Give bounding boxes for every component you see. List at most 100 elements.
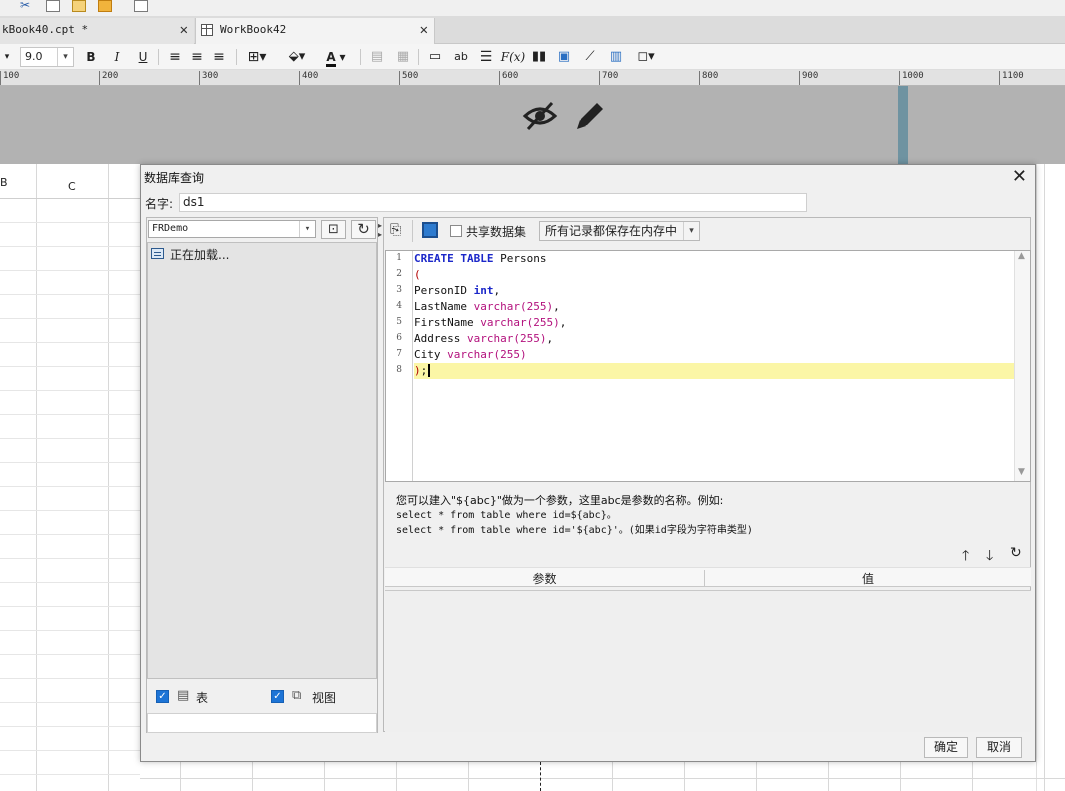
scroll-up-icon[interactable]: ▲ — [1018, 251, 1025, 261]
formula-button[interactable]: F(x) — [500, 48, 526, 66]
close-icon[interactable]: ✕ — [1012, 166, 1027, 187]
border-icon[interactable]: ⊞▾ — [242, 48, 272, 66]
align-right-icon[interactable]: ≡ — [210, 48, 228, 66]
sql-editor[interactable]: 1 2 3 4 5 6 7 8 CREATE TABLE Persons ( P… — [385, 250, 1031, 482]
paste-icon[interactable] — [72, 0, 86, 12]
code-line-6: Address varchar(255), — [414, 332, 554, 345]
refresh-parameters-icon[interactable]: ↻ — [1010, 545, 1022, 561]
horizontal-ruler: 100 200 300 400 500 600 700 800 900 1000… — [0, 70, 1065, 86]
param-column-header[interactable]: 参数 — [385, 570, 705, 587]
tab-label: WorkBook42 — [220, 23, 287, 36]
share-dataset-checkbox[interactable] — [450, 225, 462, 237]
ruler-tick: 900 — [799, 71, 818, 85]
code-line-4: LastName varchar(255), — [414, 300, 560, 313]
ruler-tick: 500 — [399, 71, 418, 85]
code-line-5: FirstName varchar(255), — [414, 316, 567, 329]
name-label: 名字: — [145, 197, 174, 211]
database-icon — [151, 248, 164, 259]
column-header-c: C — [68, 180, 76, 193]
line-number: 6 — [396, 333, 402, 343]
parameter-table-body[interactable] — [385, 590, 1031, 732]
move-down-icon[interactable]: 🡓 — [986, 545, 993, 569]
cut-icon[interactable]: ✂ — [20, 0, 34, 12]
connection-pane: FRDemo ▾ ⊡ ↻ 正在加载... ✓ ▤ 表 ✓ ⧉ 视图 — [146, 217, 378, 733]
ruler-tick: 100 — [0, 71, 19, 85]
font-size-select[interactable]: 9.0 ▾ — [20, 47, 74, 67]
close-icon[interactable]: ✕ — [420, 18, 428, 42]
workbook-tabs: kBook40.cpt * ✕ WorkBook42 ✕ — [0, 16, 1065, 44]
refresh-icon[interactable]: ↻ — [351, 220, 376, 239]
italic-button[interactable]: I — [108, 48, 126, 66]
tab-workbook40[interactable]: kBook40.cpt * ✕ — [0, 18, 194, 44]
font-size-value: 9.0 — [25, 50, 43, 63]
connection-value: FRDemo — [152, 223, 189, 234]
insert-row-icon[interactable]: ▭ — [426, 48, 444, 66]
ruler-tick: 1100 — [999, 71, 1024, 85]
text-align-icon[interactable]: ☰ — [476, 48, 496, 66]
pencil-icon[interactable] — [573, 99, 607, 133]
bold-button[interactable]: B — [82, 48, 100, 66]
value-column-header[interactable]: 值 — [707, 570, 1029, 587]
close-icon[interactable]: ✕ — [180, 18, 188, 42]
ok-button[interactable]: 确定 — [924, 737, 968, 758]
parameter-table-header: 参数 值 — [385, 567, 1031, 587]
collapse-arrow-icon[interactable]: ▸ ▸ — [378, 221, 382, 239]
cancel-button[interactable]: 取消 — [976, 737, 1022, 758]
table-icon: ▤ — [177, 688, 190, 703]
table-checkbox[interactable]: ✓ — [156, 690, 169, 703]
share-dataset-label: 共享数据集 — [466, 225, 527, 239]
insert-text-button[interactable]: ab — [450, 48, 472, 66]
tab-label: kBook40.cpt * — [2, 23, 89, 36]
align-left-icon[interactable]: ≡ — [166, 48, 184, 66]
database-query-dialog: 数据库查询 ✕ 名字: ds1 FRDemo ▾ ⊡ ↻ 正在加载... ✓ ▤… — [140, 164, 1036, 762]
storage-mode-value: 所有记录都保存在内存中 — [545, 224, 678, 238]
hint-line-3: select * from table where id='${abc}'。(如… — [396, 525, 753, 536]
page-boundary-marker — [898, 86, 908, 164]
image-icon[interactable]: ▣ — [554, 48, 574, 66]
view-icon: ⧉ — [292, 688, 302, 703]
copy-icon[interactable] — [46, 0, 60, 12]
loading-text: 正在加载... — [170, 248, 230, 262]
connection-select[interactable]: FRDemo ▾ — [148, 220, 316, 238]
line-number: 4 — [396, 301, 402, 311]
scroll-down-icon[interactable]: ▼ — [1018, 467, 1025, 477]
editor-scrollbar[interactable]: ▲ ▼ — [1014, 251, 1030, 481]
align-center-icon[interactable]: ≡ — [188, 48, 206, 66]
underline-button[interactable]: U — [134, 48, 152, 66]
table-tree[interactable]: 正在加载... — [147, 242, 377, 679]
storage-mode-select[interactable]: 所有记录都保存在内存中 ▾ — [539, 221, 700, 241]
move-up-icon[interactable]: 🡑 — [962, 545, 969, 569]
unmerge-cells-icon[interactable]: ▦ — [394, 48, 412, 66]
subreport-icon[interactable]: ▥ — [606, 48, 626, 66]
format-painter-icon[interactable] — [98, 0, 112, 12]
line-number: 1 — [396, 253, 402, 263]
code-line-1: CREATE TABLE Persons — [414, 252, 547, 265]
merge-cells-icon[interactable]: ▤ — [368, 48, 386, 66]
dialog-title: 数据库查询 — [144, 171, 205, 185]
fill-color-icon[interactable]: ⬙▾ — [282, 48, 312, 66]
preview-icon[interactable]: ⎘ — [390, 222, 401, 238]
save-icon[interactable] — [422, 222, 438, 238]
table-filter-input[interactable] — [147, 713, 377, 733]
hint-line-1: 您可以建入"${abc}"做为一个参数，这里abc是参数的名称。例如: — [396, 494, 724, 507]
font-color-icon[interactable]: A ▾ — [320, 48, 352, 67]
more-insert-icon[interactable]: ◻▾ — [632, 48, 660, 66]
chart-icon[interactable]: ▮▮ — [530, 48, 548, 66]
ruler-tick: 200 — [99, 71, 118, 85]
code-line-8: ); — [414, 363, 431, 379]
format-toolbar: ▾ 9.0 ▾ B I U ≡ ≡ ≡ ⊞▾ ⬙▾ A ▾ ▤ ▦ ▭ ab ☰… — [0, 44, 1065, 70]
tab-workbook42[interactable]: WorkBook42 ✕ — [195, 18, 435, 44]
edit-connection-icon[interactable]: ⊡ — [321, 220, 346, 239]
hide-eye-icon[interactable] — [522, 100, 558, 132]
line-number: 5 — [396, 317, 402, 327]
view-checkbox[interactable]: ✓ — [271, 690, 284, 703]
dataset-name-input[interactable]: ds1 — [179, 193, 807, 212]
font-family-dropdown-icon[interactable]: ▾ — [0, 48, 14, 66]
preview-icon[interactable] — [134, 0, 148, 12]
line-number: 2 — [396, 269, 402, 279]
line-number: 7 — [396, 349, 402, 359]
ruler-tick: 600 — [499, 71, 518, 85]
column-header-b: B — [0, 176, 8, 189]
slash-icon[interactable]: ⟋ — [580, 48, 600, 66]
ruler-tick: 700 — [599, 71, 618, 85]
